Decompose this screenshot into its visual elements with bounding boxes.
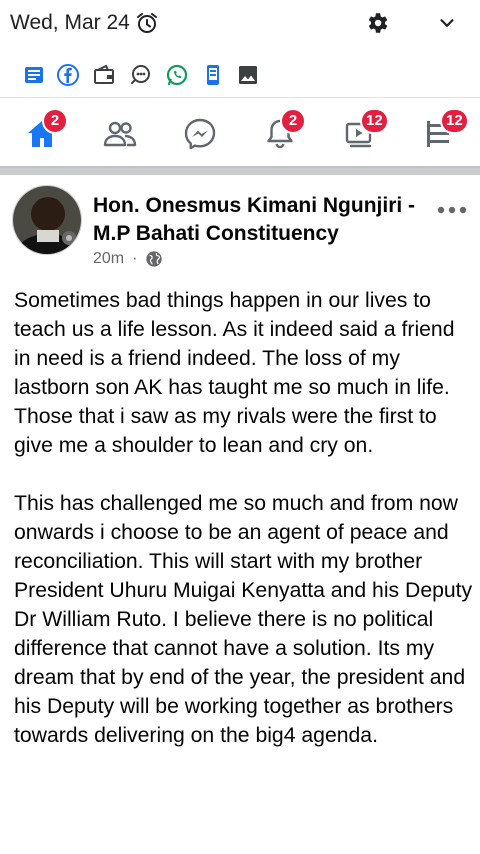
tab-home[interactable]: 2 <box>12 108 72 158</box>
notifications-badge: 2 <box>280 108 306 134</box>
globe-icon <box>146 251 163 267</box>
tab-menu[interactable]: 12 <box>410 108 470 158</box>
post-meta: 20m · <box>93 250 163 268</box>
feed-post: Hon. Onesmus Kimani Ngunjiri - M.P Bahat… <box>0 175 480 854</box>
more-options-icon[interactable] <box>436 203 468 217</box>
tab-messenger[interactable] <box>170 108 230 158</box>
post-author-name[interactable]: Hon. Onesmus Kimani Ngunjiri - M.P Bahat… <box>93 192 433 248</box>
wallet-icon <box>94 64 114 84</box>
tab-watch[interactable]: 12 <box>330 108 390 158</box>
chevron-down-icon[interactable] <box>436 12 458 34</box>
tab-friends[interactable] <box>90 108 150 158</box>
alarm-clock-icon <box>137 13 157 33</box>
phone-icon <box>207 65 219 85</box>
status-bar: Wed, Mar 24 <box>0 0 480 50</box>
facebook-tab-bar: 2 2 12 12 <box>0 100 480 166</box>
status-date: Wed, Mar 24 <box>10 11 130 34</box>
post-timestamp[interactable]: 20m <box>93 250 124 268</box>
notification-icons-row <box>0 52 480 98</box>
facebook-icon <box>57 64 79 86</box>
messenger-icon <box>184 118 216 150</box>
chat-bubble-icon <box>131 65 150 84</box>
feed-divider <box>0 166 480 175</box>
gear-icon[interactable] <box>364 10 390 36</box>
watch-badge: 12 <box>360 108 389 134</box>
gallery-icon <box>239 66 257 84</box>
whatsapp-icon <box>166 64 188 86</box>
friends-icon <box>103 121 137 147</box>
avatar-image <box>13 186 81 254</box>
meta-separator: · <box>132 250 138 267</box>
home-badge: 2 <box>42 108 68 134</box>
post-body-text: Sometimes bad things happen in our lives… <box>14 289 473 747</box>
news-icon <box>25 67 43 83</box>
author-avatar[interactable] <box>12 185 82 255</box>
menu-badge: 12 <box>440 108 469 134</box>
tab-notifications[interactable]: 2 <box>250 108 310 158</box>
